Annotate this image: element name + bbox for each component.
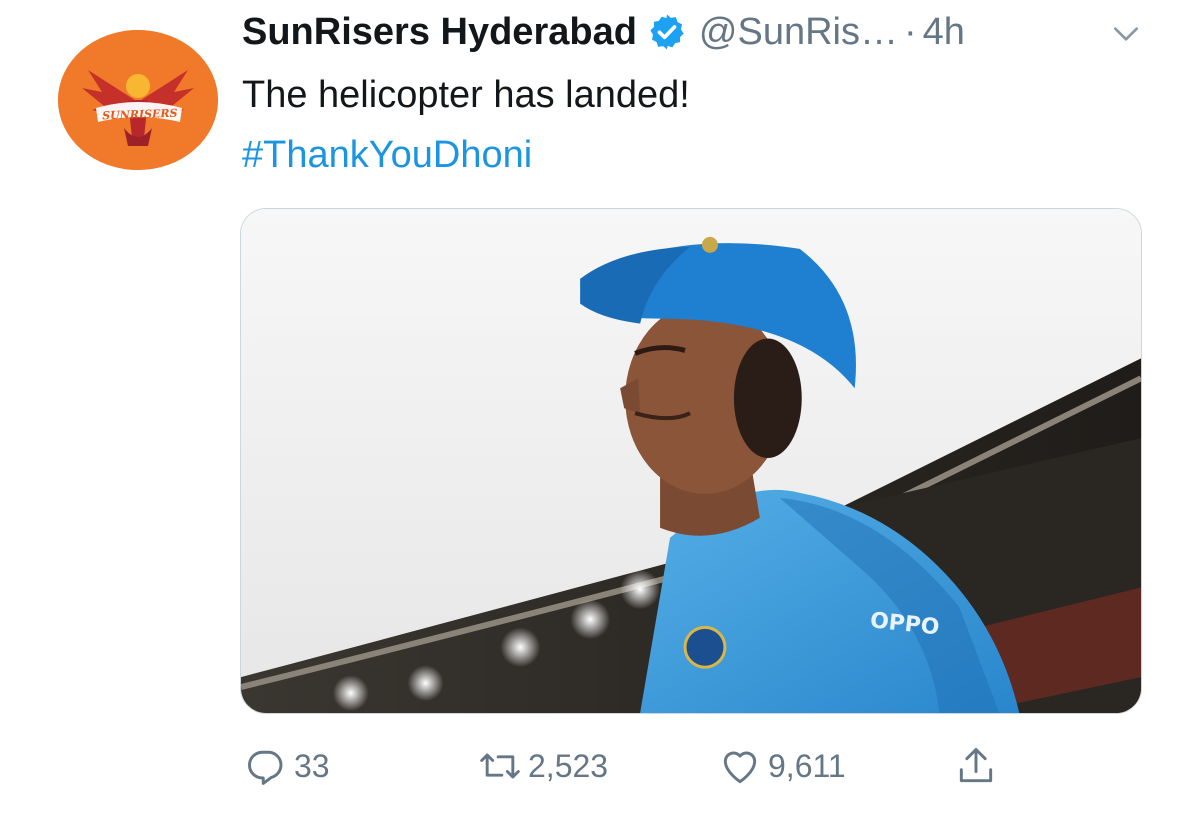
tweet-media-photo[interactable]: OPPO bbox=[240, 208, 1142, 714]
retweet-icon bbox=[480, 753, 520, 779]
user-handle[interactable]: @SunRis… bbox=[699, 11, 898, 54]
timestamp[interactable]: 4h bbox=[923, 11, 965, 54]
avatar[interactable]: SUNRISERS bbox=[58, 30, 218, 170]
verified-badge-icon bbox=[650, 14, 684, 50]
display-name[interactable]: SunRisers Hyderabad bbox=[242, 11, 637, 54]
sunrisers-logo: SUNRISERS bbox=[58, 30, 218, 170]
tweet-actions: 33 2,523 9,611 bbox=[0, 742, 1200, 790]
tweet-header: SunRisers Hyderabad @SunRis… · 4h bbox=[242, 8, 965, 56]
reply-count: 33 bbox=[294, 747, 330, 784]
photo-image: OPPO bbox=[241, 209, 1141, 713]
svg-text:SUNRISERS: SUNRISERS bbox=[102, 107, 178, 123]
reply-icon bbox=[248, 750, 283, 785]
retweet-button[interactable]: 2,523 bbox=[478, 742, 608, 790]
like-button[interactable]: 9,611 bbox=[718, 742, 846, 790]
chevron-down-icon[interactable] bbox=[1110, 18, 1142, 50]
reply-button[interactable]: 33 bbox=[244, 742, 330, 790]
share-button[interactable] bbox=[954, 742, 998, 790]
hashtag-link[interactable]: #ThankYouDhoni bbox=[242, 130, 532, 180]
share-icon bbox=[959, 748, 993, 783]
like-icon bbox=[723, 751, 757, 784]
tweet-text: The helicopter has landed! bbox=[242, 74, 690, 116]
separator-dot: · bbox=[904, 10, 917, 53]
retweet-count: 2,523 bbox=[528, 747, 609, 784]
like-count: 9,611 bbox=[768, 747, 846, 784]
